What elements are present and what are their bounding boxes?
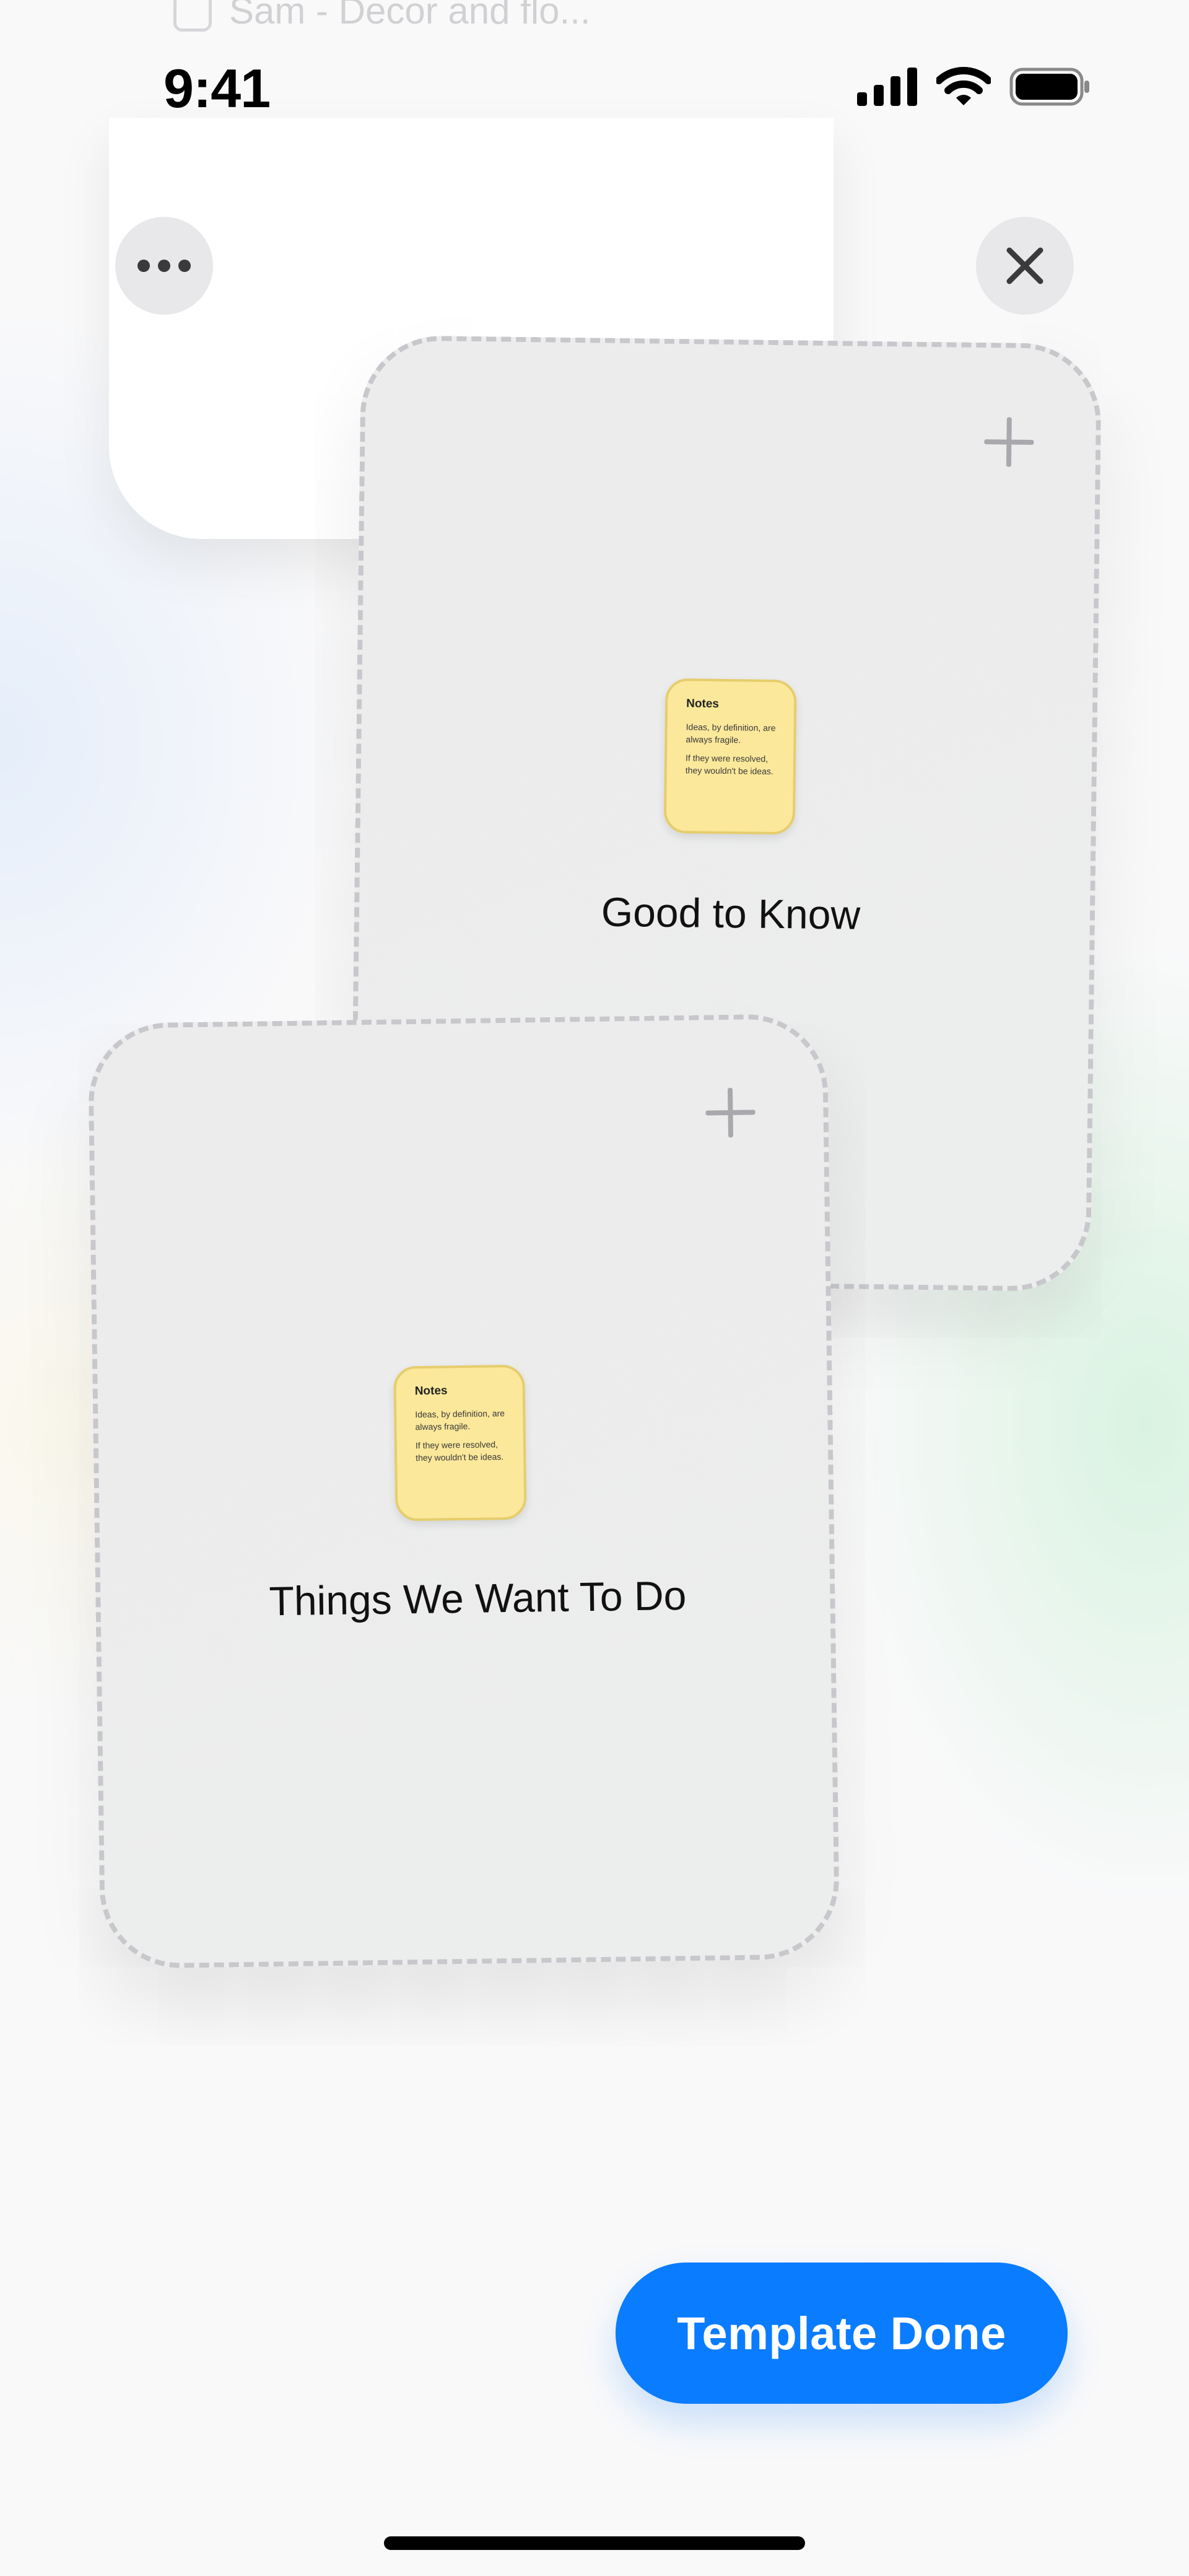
- plus-icon[interactable]: [705, 1087, 756, 1137]
- battery-icon: [1009, 68, 1089, 106]
- note-line: Ideas, by definition, are always fragile…: [686, 722, 776, 745]
- template-done-button[interactable]: Template Done: [616, 2263, 1068, 2404]
- group-title[interactable]: Good to Know: [372, 885, 1091, 941]
- plus-icon[interactable]: [984, 417, 1034, 467]
- sticky-note[interactable]: Notes Ideas, by definition, are always f…: [393, 1364, 527, 1522]
- ellipsis-icon: [137, 260, 191, 272]
- note-title: Notes: [686, 697, 720, 711]
- cellular-signal-icon: [857, 68, 917, 106]
- group-card-things-we-want-to-do[interactable]: Notes Ideas, by definition, are always f…: [87, 1013, 840, 1969]
- close-button[interactable]: [976, 217, 1074, 315]
- note-title: Notes: [414, 1384, 448, 1398]
- home-indicator[interactable]: [384, 2536, 805, 2550]
- template-editor-screen: Sam - Decor and flo... 9:41 Notes Ideas,…: [0, 0, 1189, 2576]
- background-list-row: Sam - Decor and flo...: [173, 0, 591, 43]
- sticky-note[interactable]: Notes Ideas, by definition, are always f…: [663, 678, 797, 835]
- status-icons: [857, 67, 1090, 107]
- checkbox-icon: [173, 0, 212, 32]
- more-options-button[interactable]: [115, 217, 213, 315]
- status-time: 9:41: [163, 58, 271, 119]
- background-row-label: Sam - Decor and flo...: [229, 0, 591, 32]
- note-line: If they were resolved, they wouldn't be …: [685, 753, 773, 776]
- close-icon: [1006, 247, 1043, 284]
- group-title[interactable]: Things We Want To Do: [125, 1570, 830, 1627]
- wifi-icon: [936, 67, 991, 105]
- note-line: If they were resolved, they wouldn't be …: [415, 1439, 504, 1463]
- note-line: Ideas, by definition, are always fragile…: [415, 1408, 505, 1432]
